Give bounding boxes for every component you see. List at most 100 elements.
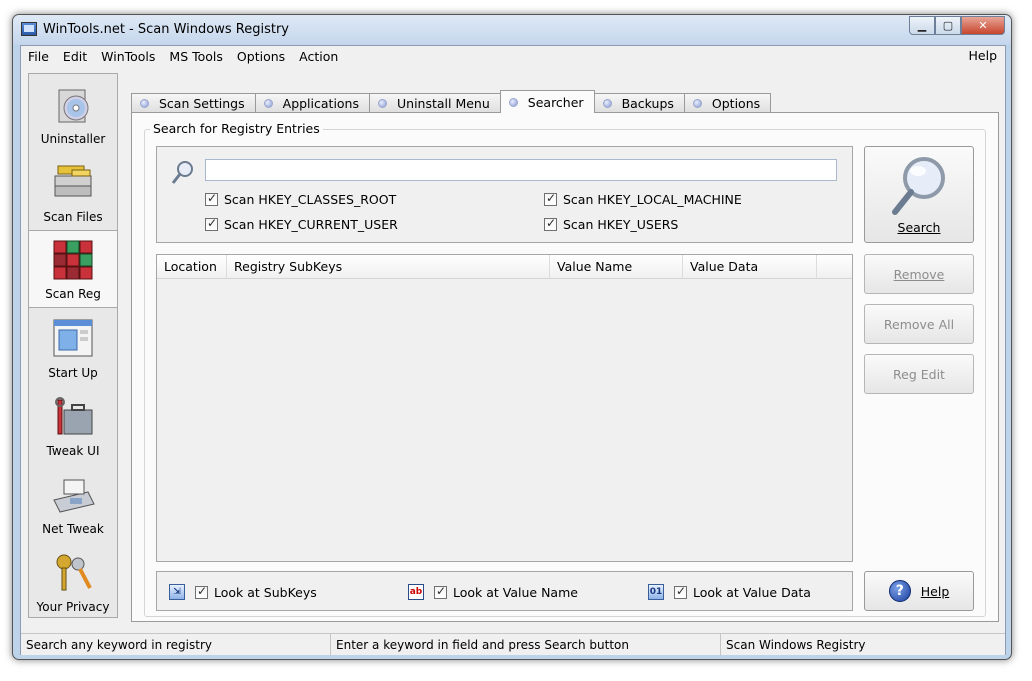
sidebar-item-label: Uninstaller [40,132,106,146]
column-value-name[interactable]: Value Name [550,255,683,279]
menu-bar: File Edit WinTools MS Tools Options Acti… [21,46,1005,66]
sidebar-item-label: Your Privacy [36,600,110,614]
search-magnifier-icon [892,157,945,215]
minimize-button[interactable]: ▁ [909,16,935,35]
menu-wintools[interactable]: WinTools [94,49,162,64]
menu-file[interactable]: File [21,49,56,64]
tab-applications[interactable]: Applications [254,93,370,113]
tab-bullet-icon [140,99,149,108]
tab-bullet-icon [378,99,387,108]
check-label: Scan HKEY_USERS [563,217,679,232]
group-title: Search for Registry Entries [150,121,323,136]
start-up-window-icon [50,318,96,360]
scan-files-stack-icon [50,162,96,204]
sidebar-item-label: Scan Files [43,210,103,224]
window-title: WinTools.net - Scan Windows Registry [43,22,289,37]
help-question-icon: ? [888,580,911,602]
column-registry-subkeys[interactable]: Registry SubKeys [227,255,550,279]
menu-options[interactable]: Options [230,49,292,64]
sidebar-item-tweak-ui[interactable]: Tweak UI [29,386,117,464]
search-input[interactable] [205,159,837,181]
check-users[interactable]: Scan HKEY_USERS [544,216,679,232]
magnifier-icon [171,160,195,186]
column-value-data[interactable]: Value Data [683,255,817,279]
checkbox[interactable] [205,216,218,231]
tab-uninstall-menu[interactable]: Uninstall Menu [369,93,501,113]
column-location[interactable]: Location [157,255,227,279]
value-name-ab-icon: ab [408,584,424,600]
sidebar-item-label: Scan Reg [45,287,101,301]
sidebar-item-scan-reg[interactable]: Scan Reg [29,230,117,308]
minimize-icon: ▁ [917,19,927,32]
look-at-value-name-option[interactable]: ab Look at Value Name [408,584,578,600]
uninstaller-cd-icon [50,84,96,126]
maximize-button[interactable]: ▢ [935,16,961,35]
subkeys-icon: ⇲ [169,584,185,600]
look-at-panel: ⇲ Look at SubKeys ab Look at Value Name … [156,571,853,611]
checkbox[interactable] [544,191,557,206]
tab-label: Scan Settings [159,96,245,111]
search-button-label: Search [897,220,941,235]
sidebar-item-label: Tweak UI [46,444,100,458]
look-at-subkeys-option[interactable]: ⇲ Look at SubKeys [169,584,317,600]
remove-all-button-label: Remove All [883,316,955,332]
tab-options[interactable]: Options [683,93,772,113]
tab-backups[interactable]: Backups [593,93,685,113]
tab-label: Applications [282,96,359,111]
checkbox[interactable] [674,584,687,599]
check-current-user[interactable]: Scan HKEY_CURRENT_USER [205,216,398,232]
title-bar[interactable]: WinTools.net - Scan Windows Registry ▁ ▢… [13,15,1011,45]
search-button[interactable]: Search [864,146,974,243]
checkbox[interactable] [434,584,447,599]
search-criteria-panel: Scan HKEY_CLASSES_ROOT Scan HKEY_LOCAL_M… [156,146,853,243]
check-label: Look at Value Name [453,584,578,600]
remove-button[interactable]: Remove [864,254,974,294]
sidebar-item-uninstaller[interactable]: Uninstaller [29,74,117,152]
check-label: Look at SubKeys [214,584,317,600]
status-bar: Search any keyword in registry Enter a k… [21,633,1005,656]
sidebar-item-your-privacy[interactable]: Your Privacy [29,542,117,620]
check-classes-root[interactable]: Scan HKEY_CLASSES_ROOT [205,191,396,207]
tab-label: Options [711,96,761,111]
status-right: Scan Windows Registry [726,638,866,652]
tab-bullet-icon [263,99,273,108]
checkbox[interactable] [195,584,208,599]
tab-scan-settings[interactable]: Scan Settings [131,93,256,113]
menu-help[interactable]: Help [969,48,998,63]
help-button-label: Help [920,583,950,599]
tab-bullet-icon [602,99,612,108]
help-button[interactable]: ? Help [864,571,974,611]
app-window: WinTools.net - Scan Windows Registry ▁ ▢… [12,14,1012,660]
menu-action[interactable]: Action [292,49,345,64]
tab-searcher[interactable]: Searcher [499,90,595,113]
sidebar-item-net-tweak[interactable]: Net Tweak [29,464,117,542]
net-tweak-fax-icon [50,474,96,516]
remove-all-button[interactable]: Remove All [864,304,974,344]
tweak-ui-toolbox-icon [50,396,96,438]
checkbox[interactable] [205,191,218,206]
menu-edit[interactable]: Edit [56,49,94,64]
value-data-binary-icon: 01 [648,584,664,600]
close-button[interactable]: ✕ [961,16,1005,35]
sidebar-item-scan-files[interactable]: Scan Files [29,152,117,230]
checkbox[interactable] [544,216,557,231]
status-left: Search any keyword in registry [21,634,331,656]
close-icon: ✕ [978,19,988,32]
look-at-value-data-option[interactable]: 01 Look at Value Data [648,584,811,600]
reg-edit-button[interactable]: Reg Edit [864,354,974,394]
menu-ms-tools[interactable]: MS Tools [162,49,230,64]
reg-edit-button-label: Reg Edit [893,366,945,382]
sidebar-item-label: Net Tweak [42,522,104,536]
tab-strip: Scan Settings Applications Uninstall Men… [131,90,772,113]
results-list[interactable]: Location Registry SubKeys Value Name Val… [156,254,853,562]
searcher-panel: Search for Registry Entries Scan HKEY_CL… [131,112,999,622]
window-controls: ▁ ▢ ✕ [909,16,1005,35]
sidebar-item-start-up[interactable]: Start Up [29,308,117,386]
check-local-machine[interactable]: Scan HKEY_LOCAL_MACHINE [544,191,742,207]
check-label: Scan HKEY_CURRENT_USER [224,217,398,232]
maximize-icon: ▢ [942,19,954,32]
your-privacy-keys-icon [50,552,96,594]
sidebar: Uninstaller Scan Files Scan Reg Start Up… [28,73,118,618]
list-header: Location Registry SubKeys Value Name Val… [157,255,852,279]
tab-bullet-icon [508,97,518,107]
